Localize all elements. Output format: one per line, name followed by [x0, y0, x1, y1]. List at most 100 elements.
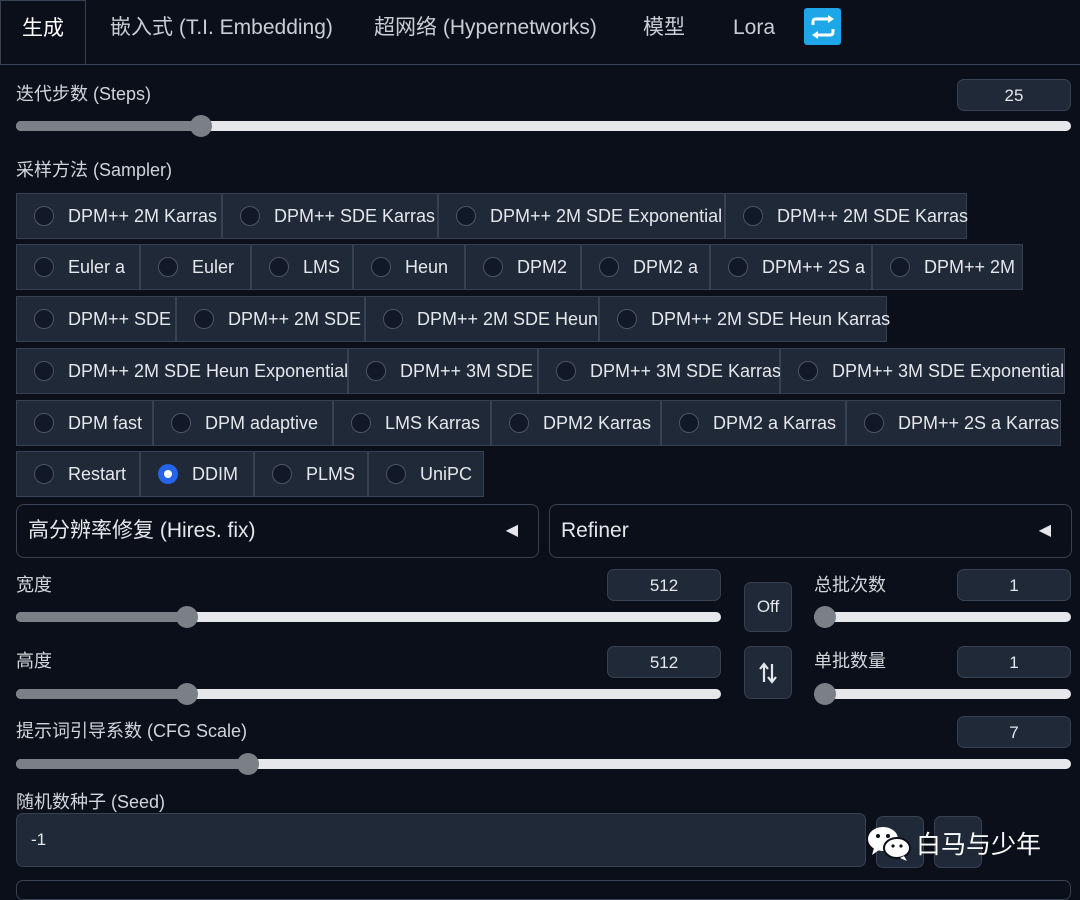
steps-number-input[interactable]: 25	[957, 79, 1071, 111]
tab-generate[interactable]: 生成	[0, 0, 86, 64]
sampler-option-label: DPM++ SDE Karras	[274, 205, 436, 226]
refresh-icon	[811, 14, 834, 39]
sampler-option[interactable]: DPM++ SDE	[16, 296, 176, 342]
radio-circle-checked	[158, 464, 178, 484]
radio-circle	[351, 413, 371, 433]
slider-fill	[16, 121, 201, 131]
sampler-option[interactable]: DPM++ 2M Karras	[16, 193, 222, 239]
tab-bar: 生成 嵌入式 (T.I. Embedding) 超网络 (Hypernetwor…	[0, 0, 1080, 65]
hires-fix-accordion[interactable]: 高分辨率修复 (Hires. fix) ◀	[16, 504, 539, 558]
sampler-option[interactable]: Euler	[140, 244, 251, 290]
sampler-option[interactable]: Euler a	[16, 244, 140, 290]
sampler-option[interactable]: DPM++ 2M	[872, 244, 1023, 290]
sampler-option[interactable]: DPM++ 2M SDE Heun Exponential	[16, 348, 348, 394]
tab-models[interactable]: 模型	[643, 0, 685, 56]
sampler-option[interactable]: PLMS	[254, 451, 368, 497]
width-number-input[interactable]: 512	[607, 569, 721, 601]
off-button-label: Off	[756, 597, 780, 616]
slider-thumb[interactable]	[175, 606, 198, 628]
batch-size-number-input[interactable]: 1	[957, 646, 1071, 678]
slider-track	[814, 689, 1071, 699]
sampler-option-label: DPM++ 2M SDE Karras	[777, 205, 969, 226]
steps-slider[interactable]	[16, 114, 1071, 138]
sampler-option[interactable]: DPM2 a	[581, 244, 710, 290]
slider-thumb[interactable]	[237, 753, 260, 775]
slider-fill	[16, 689, 187, 699]
sampler-option-label: DPM++ 2M SDE	[228, 308, 362, 329]
radio-circle	[864, 413, 884, 433]
sampler-option-label: DPM++ SDE	[68, 308, 172, 329]
sampler-option-label: DPM2 a	[633, 256, 699, 277]
swap-icon	[759, 661, 777, 684]
sampler-option[interactable]: DPM++ 3M SDE	[348, 348, 538, 394]
sampler-option[interactable]: DPM++ 2M SDE Heun Karras	[599, 296, 891, 342]
sampler-option[interactable]: Restart	[16, 451, 140, 497]
batch-count-slider[interactable]	[814, 605, 1071, 629]
seed-input[interactable]: -1	[16, 813, 866, 867]
slider-thumb[interactable]	[814, 683, 836, 705]
sampler-option[interactable]: DPM++ 2M SDE Heun	[365, 296, 599, 342]
sampler-option[interactable]: DPM++ 3M SDE Karras	[538, 348, 782, 394]
sampler-option[interactable]: DPM++ SDE Karras	[222, 193, 438, 239]
refiner-accordion[interactable]: Refiner ◀	[549, 504, 1072, 558]
sampler-option[interactable]: DPM fast	[16, 400, 153, 446]
height-slider[interactable]	[16, 682, 721, 706]
sampler-option[interactable]: UniPC	[368, 451, 484, 497]
sampler-option-label: DPM++ 3M SDE Karras	[590, 360, 782, 381]
sampler-option-label: DPM++ 2M SDE Heun Exponential	[68, 360, 349, 381]
slider-thumb[interactable]	[175, 683, 198, 705]
cfg-number-input[interactable]: 7	[957, 716, 1071, 748]
batch-size-slider[interactable]	[814, 682, 1071, 706]
hires-fix-label: 高分辨率修复 (Hires. fix)	[28, 519, 256, 542]
sampler-option-label: Euler	[192, 256, 235, 277]
sampler-option[interactable]: DPM adaptive	[153, 400, 333, 446]
width-slider[interactable]	[16, 605, 721, 629]
radio-circle	[34, 413, 54, 433]
radio-circle	[194, 309, 214, 329]
steps-label: 迭代步数 (Steps)	[16, 84, 152, 104]
tab-lora[interactable]: Lora	[733, 0, 775, 56]
sampler-option[interactable]: DPM++ 2S a Karras	[846, 400, 1061, 446]
batch-count-number-input[interactable]: 1	[957, 569, 1071, 601]
slider-thumb[interactable]	[814, 606, 836, 628]
radio-circle	[272, 464, 292, 484]
sampler-option-label: DPM++ 3M SDE	[400, 360, 534, 381]
off-button[interactable]: Off	[744, 582, 792, 632]
sampler-option[interactable]: Heun	[353, 244, 465, 290]
radio-circle	[34, 361, 54, 381]
tab-embedding[interactable]: 嵌入式 (T.I. Embedding)	[110, 0, 333, 56]
tab-hypernetworks[interactable]: 超网络 (Hypernetworks)	[374, 0, 597, 56]
sampler-option-label: DPM++ 2M	[924, 256, 1016, 277]
sampler-option-selected[interactable]: DDIM	[140, 451, 254, 497]
sampler-option[interactable]: DPM2 Karras	[491, 400, 661, 446]
slider-fill	[16, 759, 249, 769]
sampler-option[interactable]: DPM2 a Karras	[661, 400, 846, 446]
sampler-option-label: DPM++ 2M SDE Heun Karras	[651, 308, 891, 329]
sampler-option[interactable]: LMS Karras	[333, 400, 491, 446]
radio-circle	[679, 413, 699, 433]
sampler-option-label: Euler a	[68, 256, 126, 277]
sampler-option-label: DPM++ 2S a	[762, 256, 866, 277]
slider-thumb[interactable]	[189, 115, 212, 137]
sampler-option[interactable]: DPM++ 3M SDE Exponential	[780, 348, 1065, 394]
sampler-option[interactable]: DPM++ 2M SDE Karras	[725, 193, 969, 239]
height-number-input[interactable]: 512	[607, 646, 721, 678]
sampler-option[interactable]: DPM++ 2M SDE	[176, 296, 365, 342]
batch-count-label: 总批次数	[814, 575, 886, 595]
radio-circle	[371, 257, 391, 277]
sampler-option[interactable]: DPM2	[465, 244, 581, 290]
cfg-slider[interactable]	[16, 752, 1071, 776]
height-label: 高度	[16, 651, 52, 671]
radio-circle	[34, 309, 54, 329]
refresh-button[interactable]	[804, 8, 841, 45]
sampler-option[interactable]: LMS	[251, 244, 353, 290]
sampler-option-label: DPM++ 2M Karras	[68, 205, 218, 226]
radio-circle	[743, 206, 763, 226]
sampler-option[interactable]: DPM++ 2S a	[710, 244, 872, 290]
collapse-arrow-icon: ◀	[1038, 522, 1051, 539]
radio-circle	[171, 413, 191, 433]
swap-dimensions-button[interactable]	[744, 646, 792, 699]
collapse-arrow-icon: ◀	[505, 522, 518, 539]
watermark: 白马与少年	[866, 818, 1041, 868]
sampler-option[interactable]: DPM++ 2M SDE Exponential	[438, 193, 725, 239]
